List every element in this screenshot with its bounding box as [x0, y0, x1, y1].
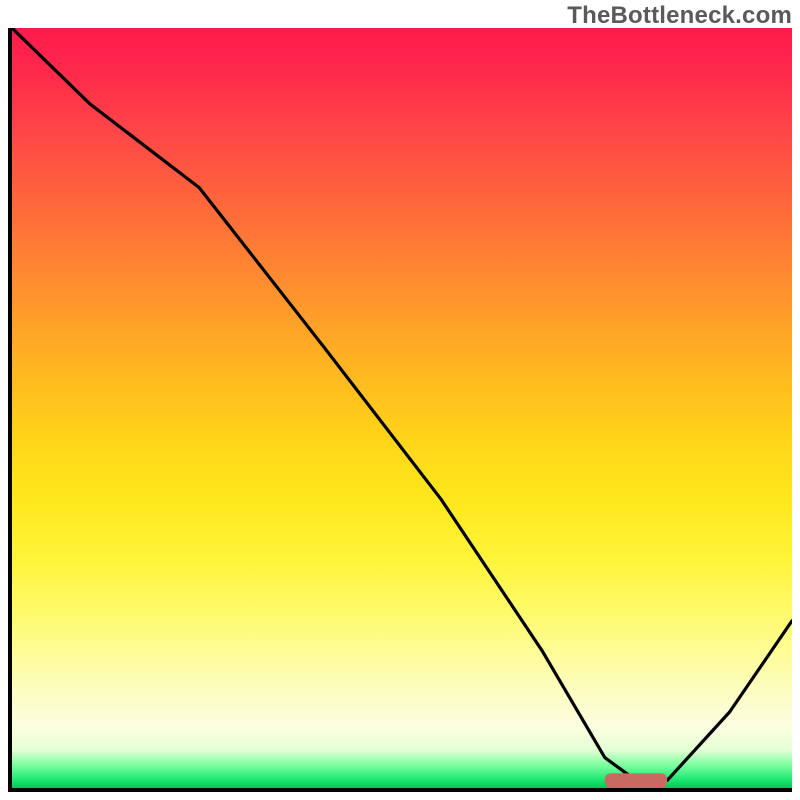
watermark-text: TheBottleneck.com: [567, 2, 792, 30]
sweet-spot-marker: [605, 773, 667, 787]
plot-area: [8, 28, 792, 792]
bottleneck-chart: TheBottleneck.com: [0, 0, 800, 800]
bottleneck-curve-line: [12, 28, 792, 780]
chart-overlay: [12, 28, 792, 788]
